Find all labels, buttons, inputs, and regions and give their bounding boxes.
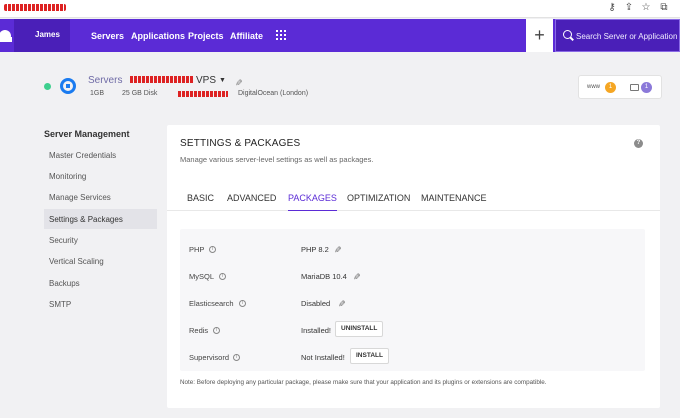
page-title: SETTINGS & PACKAGES [180, 138, 301, 149]
page-subtitle: Manage various server-level settings as … [180, 155, 374, 164]
package-value: Disabled [301, 299, 331, 308]
search-input[interactable] [576, 30, 678, 42]
folder-icon [630, 84, 639, 91]
sidebar-title: Server Management [44, 129, 130, 139]
server-name-suffix[interactable]: VPS [196, 75, 216, 86]
server-ram: 1GB [90, 90, 105, 97]
tab-optimization[interactable]: OPTIMIZATION [347, 193, 410, 211]
www-count-badge[interactable]: 1 [605, 82, 616, 93]
sidebar-item-manage-services[interactable]: Manage Services [44, 187, 157, 207]
edit-pencil-icon[interactable]: ✎ [335, 300, 346, 308]
uninstall-button[interactable]: UNINSTALL [335, 321, 384, 337]
redacted-url [4, 4, 66, 11]
share-icon[interactable]: ⇪ [623, 2, 635, 14]
nav-servers[interactable]: Servers [91, 31, 124, 41]
edit-pencil-icon[interactable]: ✎ [232, 79, 243, 87]
add-button[interactable]: + [526, 19, 553, 52]
package-name: PHP [189, 245, 205, 254]
package-name: Elasticsearch [189, 299, 234, 308]
package-name: MySQL [189, 272, 215, 281]
info-icon[interactable]: i [209, 246, 216, 253]
sidebar-item-security[interactable]: Security [44, 230, 157, 250]
cloudways-logo-icon[interactable] [0, 26, 14, 44]
help-icon[interactable]: ? [634, 139, 643, 148]
digitalocean-logo-icon [60, 78, 76, 94]
server-provider: DigitalOcean (London) [238, 90, 309, 97]
redacted-server-name [130, 76, 194, 83]
edit-pencil-icon[interactable]: ✎ [331, 246, 342, 254]
settings-tabs: BASIC ADVANCED PACKAGES OPTIMIZATION MAI… [167, 185, 660, 211]
search-icon [563, 30, 572, 39]
server-name-link[interactable]: Servers [88, 75, 122, 86]
sidebar-item-backups[interactable]: Backups [44, 273, 157, 293]
tab-maintenance[interactable]: MAINTENANCE [421, 193, 487, 211]
packages-list: PHP i PHP 8.2 ✎ MySQL i MariaDB 10.4 ✎ E… [180, 229, 645, 371]
nav-affiliate[interactable]: Affiliate [230, 31, 263, 41]
apps-grid-icon[interactable] [276, 30, 286, 40]
info-icon[interactable]: i [219, 273, 226, 280]
user-menu[interactable]: James [14, 19, 70, 52]
package-row-php: PHP i PHP 8.2 ✎ [180, 238, 645, 262]
sidebar-item-smtp[interactable]: SMTP [44, 294, 157, 314]
nav-applications[interactable]: Applications [131, 31, 185, 41]
package-value: Not Installed! [301, 353, 345, 362]
sidebar-item-vertical-scaling[interactable]: Vertical Scaling [44, 251, 157, 271]
install-button[interactable]: INSTALL [350, 348, 389, 364]
edit-pencil-icon[interactable]: ✎ [350, 273, 361, 281]
tab-basic[interactable]: BASIC [187, 193, 214, 211]
tab-advanced[interactable]: ADVANCED [227, 193, 276, 211]
info-icon[interactable]: i [233, 354, 240, 361]
package-row-mysql: MySQL i MariaDB 10.4 ✎ [180, 265, 645, 289]
server-counters: www 1 1 [578, 75, 662, 99]
package-name: Supervisord [189, 353, 230, 362]
key-icon[interactable]: ⚷ [606, 2, 618, 14]
package-row-redis: Redis i Installed! UNINSTALL [180, 319, 645, 343]
app-count-badge[interactable]: 1 [641, 82, 652, 93]
package-value: Installed! [301, 326, 332, 335]
redacted-server-ip [178, 91, 228, 97]
package-value: MariaDB 10.4 [301, 272, 347, 281]
package-row-supervisord: Supervisord i Not Installed! INSTALL [180, 346, 645, 370]
settings-panel: SETTINGS & PACKAGES Manage various serve… [167, 125, 660, 408]
sidebar-item-settings-packages[interactable]: Settings & Packages [44, 209, 157, 229]
package-row-elasticsearch: Elasticsearch i Disabled ✎ [180, 292, 645, 316]
info-icon[interactable]: i [213, 327, 220, 334]
package-value: PHP 8.2 [301, 245, 329, 254]
server-status-dot [44, 83, 51, 90]
sidebar-item-monitoring[interactable]: Monitoring [44, 166, 157, 186]
search-box[interactable] [555, 19, 680, 52]
star-icon[interactable]: ☆ [640, 2, 652, 14]
browser-toolbar: ⚷ ⇪ ☆ ⧉ [0, 0, 680, 18]
sidebar-item-master-credentials[interactable]: Master Credentials [44, 145, 157, 165]
puzzle-icon[interactable]: ⧉ [658, 2, 670, 14]
nav-projects[interactable]: Projects [188, 31, 224, 41]
chevron-down-icon[interactable]: ▼ [219, 77, 226, 84]
info-icon[interactable]: i [239, 300, 246, 307]
package-name: Redis [189, 326, 209, 335]
top-navigation: James Servers Applications Projects Affi… [0, 19, 680, 52]
server-disk: 25 GB Disk [122, 90, 158, 97]
www-label: www [587, 84, 600, 90]
package-note: Note: Before deploying any particular pa… [180, 379, 547, 386]
tab-packages[interactable]: PACKAGES [288, 193, 337, 211]
